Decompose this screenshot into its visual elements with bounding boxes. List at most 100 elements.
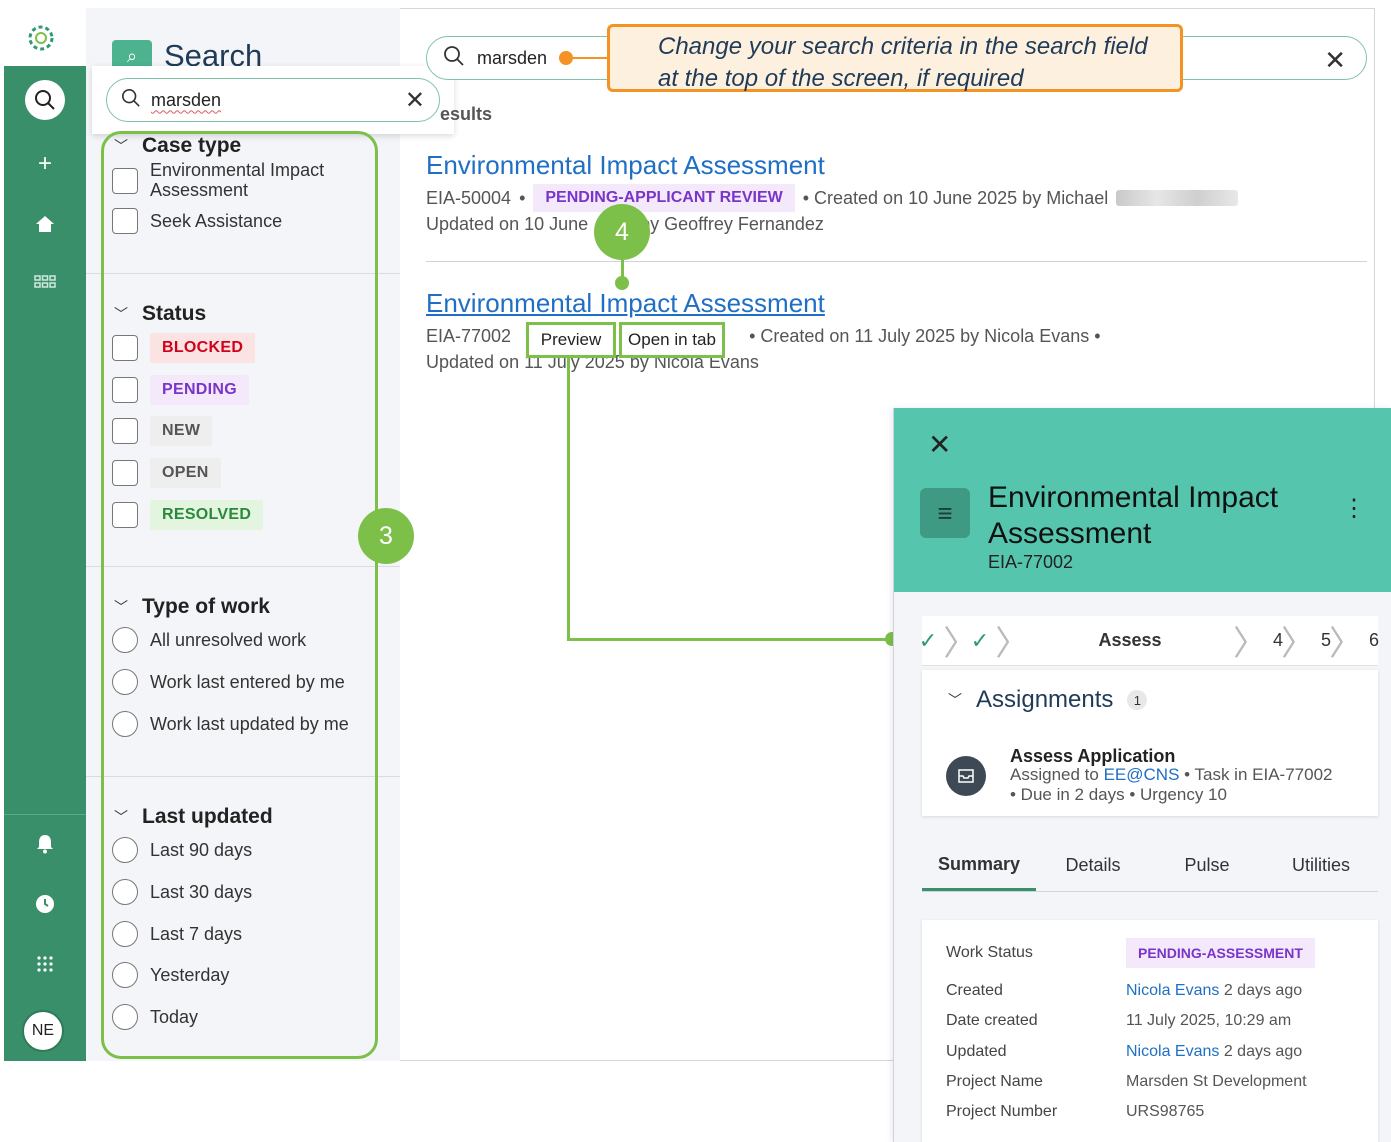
rail-launcher-button[interactable] (25, 944, 65, 984)
preview-button[interactable]: Preview (526, 322, 616, 358)
field-label: Date created (946, 1012, 1038, 1029)
preview-title: Environmental Impact Assessment (988, 481, 1279, 550)
open-in-tab-button[interactable]: Open in tab (619, 322, 725, 358)
stage-label: 6 (1369, 630, 1380, 650)
result-title-1[interactable]: Environmental Impact Assessment (426, 150, 825, 181)
rail-search-button[interactable] (25, 80, 65, 120)
preview-connector (567, 356, 570, 641)
field-label: Project Number (946, 1103, 1058, 1120)
assigned-prefix: Assigned to (1010, 765, 1099, 784)
rail-divider (4, 814, 86, 815)
left-rail: + NE (4, 8, 86, 1061)
search-icon (121, 88, 151, 113)
stage-label: Assess (1098, 630, 1162, 650)
tab-details[interactable]: Details (1036, 840, 1150, 891)
filters-highlight-box (101, 131, 378, 1059)
inbox-icon (946, 756, 986, 796)
field-label: Project Name (946, 1073, 1043, 1090)
stage-arrow-icon: 〉 (1233, 625, 1267, 663)
close-icon[interactable]: ✕ (928, 428, 951, 461)
tab-utilities[interactable]: Utilities (1264, 840, 1378, 891)
stage-arrow-icon: 〉 (995, 625, 1030, 663)
more-actions-icon[interactable]: ⋮ (1342, 494, 1366, 523)
result-title-2[interactable]: Environmental Impact Assessment (426, 288, 825, 319)
field-value: URS98765 (1126, 1103, 1205, 1120)
summary-row-work-status: Work Status PENDING-ASSESSMENT (946, 938, 1315, 968)
result-id: EIA-77002 (426, 326, 512, 346)
stage-bar: ✓ 〉 ✓ 〉 Assess 〉 4 〉 5 〉 6 (919, 616, 1380, 666)
assignment-title[interactable]: Assess Application (1010, 746, 1175, 767)
result-created: • Created on 11 July 2025 by Nicola Evan… (749, 326, 1101, 346)
result-divider (426, 261, 1367, 262)
assignee-link[interactable]: EE@CNS (1104, 765, 1180, 784)
clear-search-button[interactable]: ✕ (1324, 45, 1346, 76)
summary-row-project-name: Project Name Marsden St Development (946, 1073, 1307, 1091)
rail-apps-button[interactable] (25, 264, 65, 304)
preview-tabs: Summary Details Pulse Utilities (922, 840, 1378, 892)
field-value: 11 July 2025, 10:29 am (1126, 1012, 1292, 1029)
result-created: • Created on 10 June 2025 by Michael (802, 187, 1109, 208)
user-link[interactable]: Nicola Evans (1126, 1043, 1219, 1060)
results-label: esults (440, 104, 493, 124)
result-updated: Updated on 10 June (426, 214, 589, 234)
search-callout: Change your search criteria in the searc… (607, 24, 1183, 92)
stage-completed[interactable]: ✓ 〉 (971, 616, 1030, 666)
redacted-name (1116, 190, 1239, 206)
field-value: Marsden St Development (1126, 1073, 1307, 1090)
rail-create-button[interactable]: + (25, 144, 65, 184)
step-marker-4: 4 (594, 204, 650, 260)
panel-search-value: marsden (151, 89, 222, 110)
chevron-down-icon: ﹀ (948, 692, 962, 708)
stage-future[interactable]: 〉 6 (1329, 616, 1380, 666)
status-badge: PENDING-APPLICANT REVIEW (533, 184, 795, 212)
bullet: • (519, 187, 526, 208)
result-id: EIA-50004 (426, 187, 512, 208)
stage-completed[interactable]: ✓ 〉 (919, 616, 977, 666)
assignments-title: Assignments (976, 686, 1114, 713)
dots-grid-icon (37, 956, 53, 972)
summary-row-updated: Updated Nicola Evans 2 days ago (946, 1043, 1302, 1061)
clear-search-button[interactable]: ✕ (405, 86, 425, 115)
stage-current[interactable]: Assess (1026, 616, 1234, 666)
search-icon (443, 45, 477, 72)
summary-row-created: Created Nicola Evans 2 days ago (946, 982, 1302, 1000)
app-logo-icon (28, 25, 54, 51)
count-badge: 1 (1127, 690, 1148, 710)
field-label: Work Status (946, 944, 1033, 961)
stage-future[interactable]: 〉 4 (1233, 616, 1283, 666)
assignment-details: Assigned to EE@CNS • Task in EIA-77002 •… (1010, 765, 1370, 805)
tab-summary[interactable]: Summary (922, 840, 1036, 891)
stage-future[interactable]: 〉 5 (1281, 616, 1331, 666)
due-info: • Due in 2 days • Urgency 10 (1010, 785, 1227, 804)
summary-card: Work Status PENDING-ASSESSMENT Created N… (922, 920, 1378, 1142)
preview-panel: ✕ ≡ Environmental Impact Assessment EIA-… (893, 408, 1391, 1142)
preview-case-id: EIA-77002 (988, 552, 1074, 572)
user-link[interactable]: Nicola Evans (1126, 982, 1219, 999)
rail-logo-area (4, 8, 86, 66)
result-meta-1: EIA-50004 • PENDING-APPLICANT REVIEW • C… (426, 184, 1239, 212)
bell-icon (37, 835, 53, 854)
rail-recents-button[interactable] (25, 884, 65, 924)
search-icon (35, 90, 55, 110)
step-marker-3: 3 (358, 508, 414, 564)
rail-notifications-button[interactable] (25, 824, 65, 864)
assignments-heading[interactable]: ﹀ Assignments 1 (948, 686, 1148, 714)
avatar[interactable]: NE (22, 1010, 64, 1052)
stage-arrow-icon: 〉 (1329, 625, 1363, 663)
stage-arrow-icon: 〉 (1281, 625, 1315, 663)
tab-pulse[interactable]: Pulse (1150, 840, 1264, 891)
home-icon (36, 216, 54, 232)
result-updated-by: by Geoffrey Fernandez (640, 214, 824, 234)
summary-row-date-created: Date created 11 July 2025, 10:29 am (946, 1012, 1291, 1030)
clock-icon (36, 895, 54, 913)
rail-home-button[interactable] (25, 204, 65, 244)
preview-connector (567, 638, 893, 641)
field-label: Created (946, 982, 1003, 999)
preview-header: ✕ ≡ Environmental Impact Assessment EIA-… (894, 408, 1391, 592)
callout-anchor-dot (559, 51, 574, 65)
case-icon: ≡ (920, 488, 970, 538)
relative-time: 2 days ago (1223, 1043, 1303, 1060)
task-ref: • Task in EIA-77002 (1184, 765, 1333, 784)
grid-icon (34, 275, 56, 288)
panel-search-input[interactable]: marsden ✕ (106, 78, 440, 122)
